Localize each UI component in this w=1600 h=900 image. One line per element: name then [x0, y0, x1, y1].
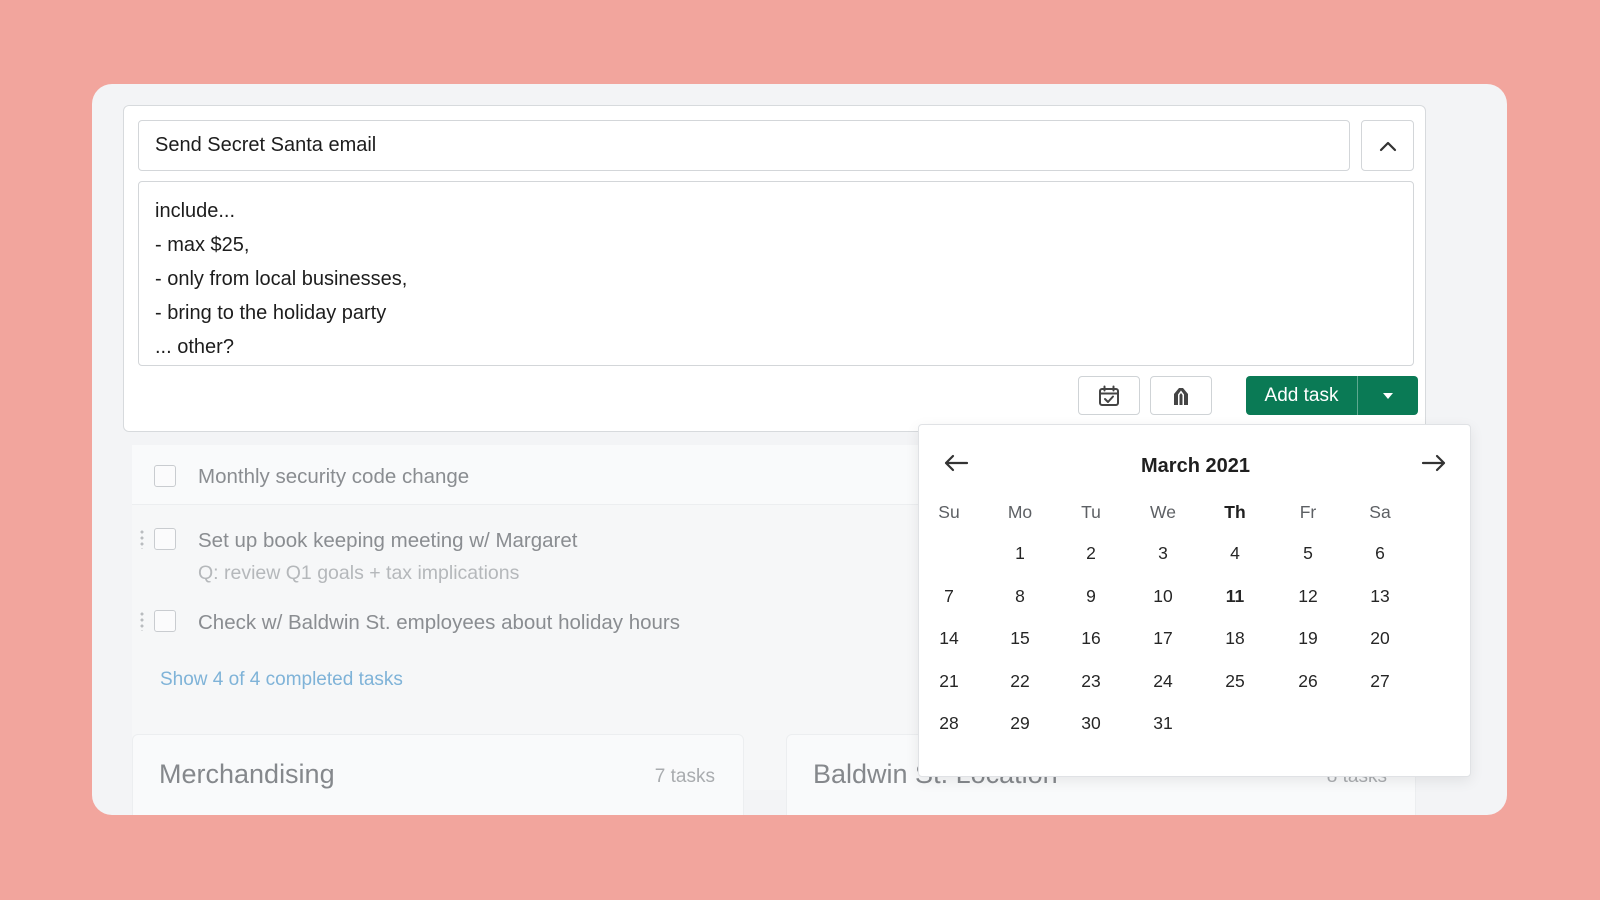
drag-handle-icon[interactable]	[139, 611, 145, 631]
notes-line: include...	[155, 200, 236, 222]
task-editor: include... - max $25, - only from local …	[123, 105, 1426, 432]
weekday-header: Sa	[1369, 502, 1391, 522]
calendar-day[interactable]: 13	[1355, 584, 1405, 608]
task-title: Check w/ Baldwin St. employees about hol…	[198, 611, 681, 634]
calendar-day[interactable]: 27	[1355, 669, 1405, 693]
calendar-day[interactable]: 19	[1283, 626, 1333, 650]
calendar-day[interactable]: 18	[1210, 626, 1260, 650]
schedule-button[interactable]	[1078, 376, 1140, 415]
task-row[interactable]: Monthly security code change	[132, 445, 932, 505]
calendar-day[interactable]: 15	[995, 626, 1045, 650]
notes-line: - max $25,	[155, 234, 250, 256]
calendar-day[interactable]: 4	[1210, 541, 1260, 565]
task-title-input[interactable]	[138, 120, 1350, 171]
add-task-options-button[interactable]	[1358, 376, 1418, 415]
calendar-check-icon	[1099, 385, 1119, 406]
calendar-day[interactable]: 5	[1283, 541, 1333, 565]
section-task-count: 7 tasks	[654, 766, 715, 787]
drag-handle-icon[interactable]	[139, 529, 145, 549]
calendar-day[interactable]: 14	[924, 626, 974, 650]
caret-down-icon	[1383, 392, 1393, 399]
section-card-merchandising[interactable]: Merchandising 7 tasks	[132, 734, 744, 815]
calendar-day[interactable]: 31	[1138, 711, 1188, 735]
calendar-day[interactable]: 10	[1138, 584, 1188, 608]
weekday-header: Tu	[1081, 502, 1101, 522]
section-title: Merchandising	[159, 759, 335, 789]
weekday-header: Fr	[1299, 502, 1317, 522]
calendar-day[interactable]: 21	[924, 669, 974, 693]
add-task-button-group: Add task	[1246, 376, 1418, 415]
weekday-header: We	[1150, 502, 1176, 522]
calendar-day[interactable]: 16	[1066, 626, 1116, 650]
calendar-day[interactable]: 7	[924, 584, 974, 608]
calendar-day[interactable]: 20	[1355, 626, 1405, 650]
calendar-day[interactable]: 2	[1066, 541, 1116, 565]
calendar-day[interactable]: 3	[1138, 541, 1188, 565]
task-title: Set up book keeping meeting w/ Margaret	[198, 529, 578, 552]
notes-line: - bring to the holiday party	[155, 302, 387, 324]
calendar-day[interactable]: 8	[995, 584, 1045, 608]
calendar-month-label: March 2021	[1141, 455, 1250, 477]
add-task-button[interactable]: Add task	[1246, 376, 1358, 415]
calendar-day-today[interactable]: 11	[1210, 584, 1260, 608]
notes-line: - only from local businesses,	[155, 268, 408, 290]
calendar-day[interactable]: 12	[1283, 584, 1333, 608]
calendar-day[interactable]: 22	[995, 669, 1045, 693]
calendar-day[interactable]: 23	[1066, 669, 1116, 693]
calendar-day[interactable]: 1	[995, 541, 1045, 565]
calendar-day[interactable]: 9	[1066, 584, 1116, 608]
task-checkbox[interactable]	[154, 528, 176, 550]
task-title: Monthly security code change	[198, 465, 470, 488]
chevron-up-icon	[1379, 141, 1396, 151]
task-checkbox[interactable]	[154, 610, 176, 632]
weekday-header: Mo	[1007, 502, 1033, 522]
tag-button[interactable]	[1150, 376, 1212, 415]
task-subtitle: Q: review Q1 goals + tax implications	[198, 562, 520, 584]
date-picker-popover: March 2021 Su Mo Tu We Th Fr Sa 1 2 3 4 5 6 7 8 9 10 11 12…	[918, 424, 1471, 777]
calendar-day[interactable]: 28	[924, 711, 974, 735]
arrow-right-icon	[1421, 454, 1446, 472]
task-checkbox[interactable]	[154, 465, 176, 487]
notes-line: ... other?	[155, 336, 234, 358]
calendar-day[interactable]: 17	[1138, 626, 1188, 650]
calendar-day[interactable]: 25	[1210, 669, 1260, 693]
tag-icon	[1174, 387, 1188, 405]
calendar-day[interactable]: 30	[1066, 711, 1116, 735]
task-notes-field[interactable]: include... - max $25, - only from local …	[138, 181, 1414, 366]
calendar-day[interactable]: 26	[1283, 669, 1333, 693]
weekday-header: Th	[1224, 502, 1246, 522]
collapse-button[interactable]	[1361, 120, 1414, 171]
show-completed-link[interactable]: Show 4 of 4 completed tasks	[160, 669, 403, 691]
calendar-day[interactable]: 6	[1355, 541, 1405, 565]
calendar-day[interactable]: 29	[995, 711, 1045, 735]
weekday-header: Su	[938, 502, 960, 522]
next-month-button[interactable]	[1419, 451, 1449, 475]
calendar-day[interactable]: 24	[1138, 669, 1188, 693]
